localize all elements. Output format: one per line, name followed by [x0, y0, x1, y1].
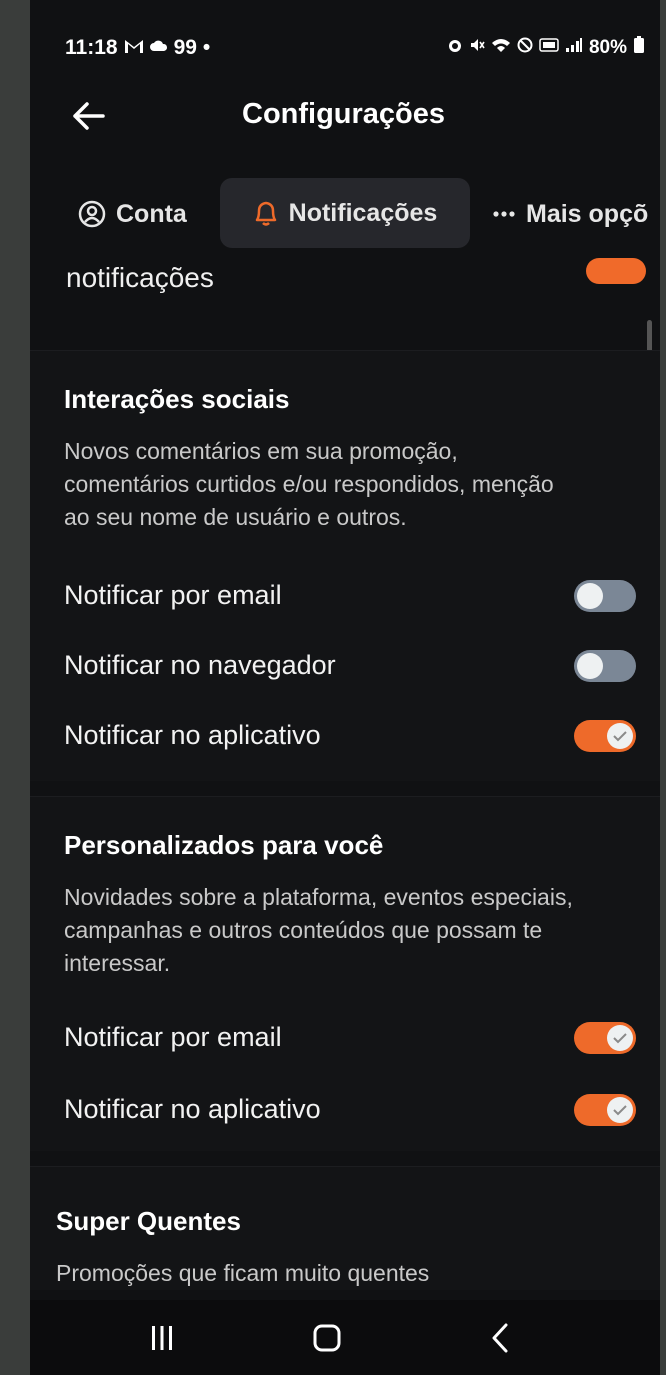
recents-icon	[152, 1326, 172, 1350]
tab-conta-label: Conta	[116, 199, 187, 228]
row-label: Notificar no aplicativo	[64, 1093, 321, 1124]
toggle-knob	[577, 653, 603, 679]
section-description: Novidades sobre a plataforma, eventos es…	[64, 884, 573, 976]
settings-tabs: Conta Notificações Mais opçõ	[30, 178, 660, 250]
toggle-knob	[607, 1097, 633, 1123]
mute-icon	[469, 37, 485, 59]
chevron-left-icon	[492, 1323, 508, 1353]
row-label: Notificar no aplicativo	[64, 719, 321, 750]
page-title: Configurações	[242, 98, 446, 130]
partial-section-heading: notificações	[66, 262, 214, 293]
wifi-icon	[491, 37, 511, 59]
section-description: Promoções que ficam muito quentes	[56, 1260, 430, 1286]
recents-button[interactable]	[142, 1318, 182, 1358]
battery-percentage: 80%	[588, 37, 627, 58]
status-dot: •	[202, 36, 211, 59]
settings-content[interactable]: notificações Interações sociais Novos co…	[30, 250, 660, 1290]
signal-icon	[565, 37, 583, 59]
partial-toggle[interactable]	[586, 258, 646, 284]
arrow-left-icon	[73, 102, 105, 130]
row-social-email[interactable]: Notificar por email	[50, 565, 640, 625]
row-personal-email[interactable]: Notificar por email	[50, 1007, 640, 1067]
row-personal-aplicativo[interactable]: Notificar no aplicativo	[50, 1079, 640, 1139]
screen: 11:18 99 • 80% Configurações Conta Notif…	[30, 0, 660, 1300]
user-circle-icon	[78, 200, 106, 228]
row-label: Notificar no navegador	[64, 649, 336, 680]
check-icon	[613, 731, 627, 742]
more-dots-icon	[493, 211, 515, 217]
check-icon	[613, 1033, 627, 1044]
row-label: Notificar por email	[64, 1021, 282, 1052]
tab-notificacoes[interactable]: Notificações	[220, 178, 470, 248]
back-button[interactable]	[68, 96, 108, 136]
tab-notificacoes-label: Notificações	[288, 198, 438, 227]
app-bar: Configurações	[30, 88, 660, 148]
bell-icon	[255, 201, 276, 226]
section-title: Super Quentes	[56, 1206, 241, 1236]
toggle-knob	[607, 723, 633, 749]
toggle-personal-email[interactable]	[574, 1022, 636, 1054]
system-back-button[interactable]	[480, 1318, 520, 1358]
toggle-social-aplicativo[interactable]	[574, 720, 636, 752]
row-social-navegador[interactable]: Notificar no navegador	[50, 635, 640, 695]
row-social-aplicativo[interactable]: Notificar no aplicativo	[50, 705, 640, 765]
alarm-icon	[447, 37, 463, 59]
toggle-social-email[interactable]	[574, 580, 636, 612]
section-title: Interações sociais	[64, 384, 290, 414]
status-time: 11:18	[65, 36, 118, 59]
tab-conta[interactable]: Conta	[78, 178, 187, 250]
home-icon	[313, 1324, 341, 1352]
status-bar: 11:18 99 • 80%	[65, 36, 645, 64]
toggle-social-navegador[interactable]	[574, 650, 636, 682]
cloud-icon	[149, 36, 168, 60]
volte-icon	[539, 37, 559, 59]
toggle-knob	[607, 1025, 633, 1051]
section-interacoes-sociais: Interações sociais Novos comentários em …	[30, 350, 660, 781]
notification-count: 99	[173, 36, 197, 59]
toggle-knob	[577, 583, 603, 609]
tab-mais-opcoes[interactable]: Mais opçõ	[492, 178, 648, 250]
home-button[interactable]	[307, 1318, 347, 1358]
row-label: Notificar por email	[64, 579, 282, 610]
system-nav-bar	[30, 1300, 660, 1375]
section-personalizados: Personalizados para você Novidades sobre…	[30, 796, 660, 1151]
section-title: Personalizados para você	[64, 830, 384, 860]
phone-frame: 11:18 99 • 80% Configurações Conta Notif…	[30, 0, 660, 1375]
blocked-icon	[517, 37, 533, 59]
toggle-personal-aplicativo[interactable]	[574, 1094, 636, 1126]
check-icon	[613, 1105, 627, 1116]
section-description: Novos comentários em sua promoção, comen…	[64, 438, 554, 530]
battery-icon	[633, 36, 645, 60]
section-super-quentes: Super Quentes Promoções que ficam muito …	[30, 1166, 660, 1290]
gmail-icon	[124, 36, 144, 60]
tab-mais-opcoes-label: Mais opçõ	[526, 199, 649, 228]
